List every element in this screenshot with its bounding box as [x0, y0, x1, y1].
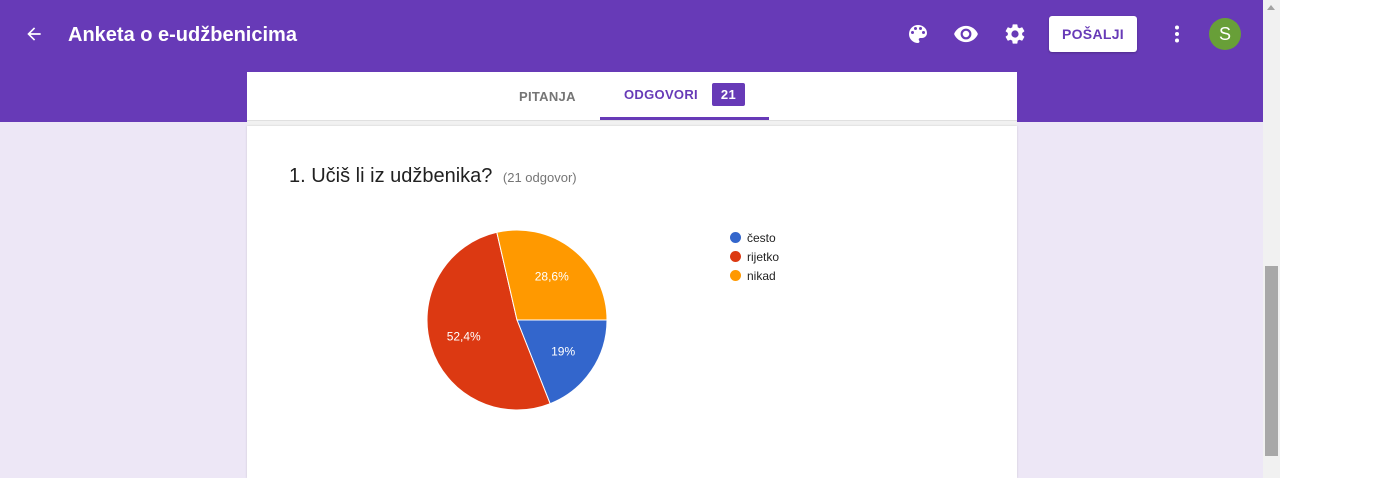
vertical-scrollbar[interactable] — [1263, 0, 1280, 478]
pie-chart: 19% 52,4% 28,6% — [425, 228, 609, 412]
eye-icon — [954, 25, 978, 43]
scroll-up-arrow-icon[interactable] — [1267, 5, 1275, 10]
legend-swatch — [730, 251, 741, 262]
legend-label: često — [747, 230, 776, 245]
tab-responses[interactable]: ODGOVORI 21 — [600, 72, 769, 120]
legend-swatch — [730, 270, 741, 281]
tab-responses-label: ODGOVORI — [624, 87, 698, 102]
pie-slice-label: 28,6% — [535, 269, 569, 283]
pie-slice-label: 19% — [551, 344, 575, 358]
legend-item[interactable]: često — [730, 228, 779, 247]
scroll-thumb[interactable] — [1265, 266, 1278, 456]
back-button[interactable] — [20, 20, 48, 48]
preview-button[interactable] — [953, 21, 979, 47]
page-margin — [1280, 0, 1383, 478]
legend-swatch — [730, 232, 741, 243]
question-header: 1. Učiš li iz udžbenika? (21 odgovor) — [289, 165, 577, 188]
response-summary-card: 1. Učiš li iz udžbenika? (21 odgovor) 19… — [247, 126, 1017, 478]
form-title: Anketa o e-udžbenicima — [68, 24, 297, 46]
pie-chart-svg: 19% 52,4% 28,6% — [426, 229, 608, 411]
more-options-button[interactable] — [1164, 21, 1190, 47]
settings-button[interactable] — [1002, 21, 1028, 47]
pie-slice-label: 52,4% — [447, 330, 481, 344]
legend-label: rijetko — [747, 249, 780, 264]
chart-legend: često rijetko nikad — [730, 228, 779, 285]
avatar[interactable]: S — [1209, 18, 1241, 50]
tab-questions[interactable]: PITANJA — [519, 72, 576, 120]
legend-label: nikad — [747, 268, 776, 283]
response-count: (21 odgovor) — [502, 170, 577, 185]
legend-item[interactable]: nikad — [730, 266, 779, 285]
legend-item[interactable]: rijetko — [730, 247, 779, 266]
customize-theme-button[interactable] — [905, 21, 931, 47]
responses-count-badge: 21 — [711, 83, 745, 106]
palette-icon — [909, 25, 927, 43]
question-title: 1. Učiš li iz udžbenika? — [289, 165, 493, 187]
gear-icon — [1005, 24, 1025, 44]
send-button[interactable]: POŠALJI — [1049, 16, 1137, 52]
more-vert-icon — [1175, 25, 1179, 43]
tabs-bar: PITANJA ODGOVORI 21 — [247, 72, 1017, 120]
arrow-back-icon — [27, 27, 41, 41]
